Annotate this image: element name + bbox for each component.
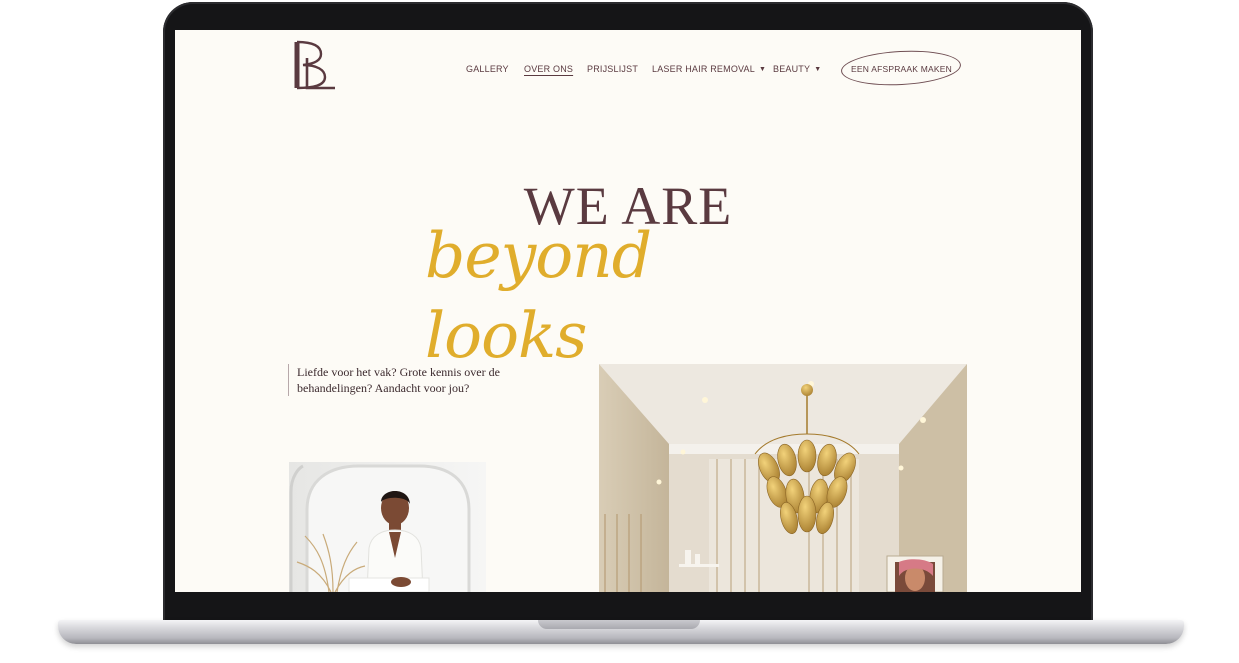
salon-interior-photo <box>599 364 967 592</box>
hero-script-text: beyond looks <box>425 219 652 372</box>
salon-illustration <box>599 364 967 592</box>
nav-item-laser-hair-removal[interactable]: LASER HAIR REMOVAL ▼ <box>652 64 766 74</box>
nav-item-over-ons[interactable]: OVER ONS <box>524 64 573 74</box>
laptop-notch <box>538 620 700 629</box>
laptop-screen: GALLERY OVER ONS PRIJSLIJST LASER HAIR R… <box>175 30 1081 592</box>
nav-label: GALLERY <box>466 64 509 74</box>
appointment-button-label: EEN AFSPRAAK MAKEN <box>850 63 952 74</box>
nav-item-gallery[interactable]: GALLERY <box>466 64 509 74</box>
nav-item-prijslijst[interactable]: PRIJSLIJST <box>587 64 638 74</box>
portrait-photo <box>289 462 486 592</box>
appointment-button[interactable]: EEN AFSPRAAK MAKEN <box>840 47 962 89</box>
nav-label: PRIJSLIJST <box>587 64 639 74</box>
nav-label: LASER HAIR REMOVAL <box>652 64 755 74</box>
intro-quote: Liefde voor het vak? Grote kennis over d… <box>288 364 507 396</box>
nav-item-beauty[interactable]: BEAUTY ▼ <box>773 64 821 74</box>
caret-down-icon: ▼ <box>758 66 767 73</box>
caret-down-icon: ▼ <box>814 66 822 73</box>
nav-label: BEAUTY <box>773 64 811 74</box>
nav-label: OVER ONS <box>524 64 574 74</box>
portrait-illustration <box>289 462 486 592</box>
